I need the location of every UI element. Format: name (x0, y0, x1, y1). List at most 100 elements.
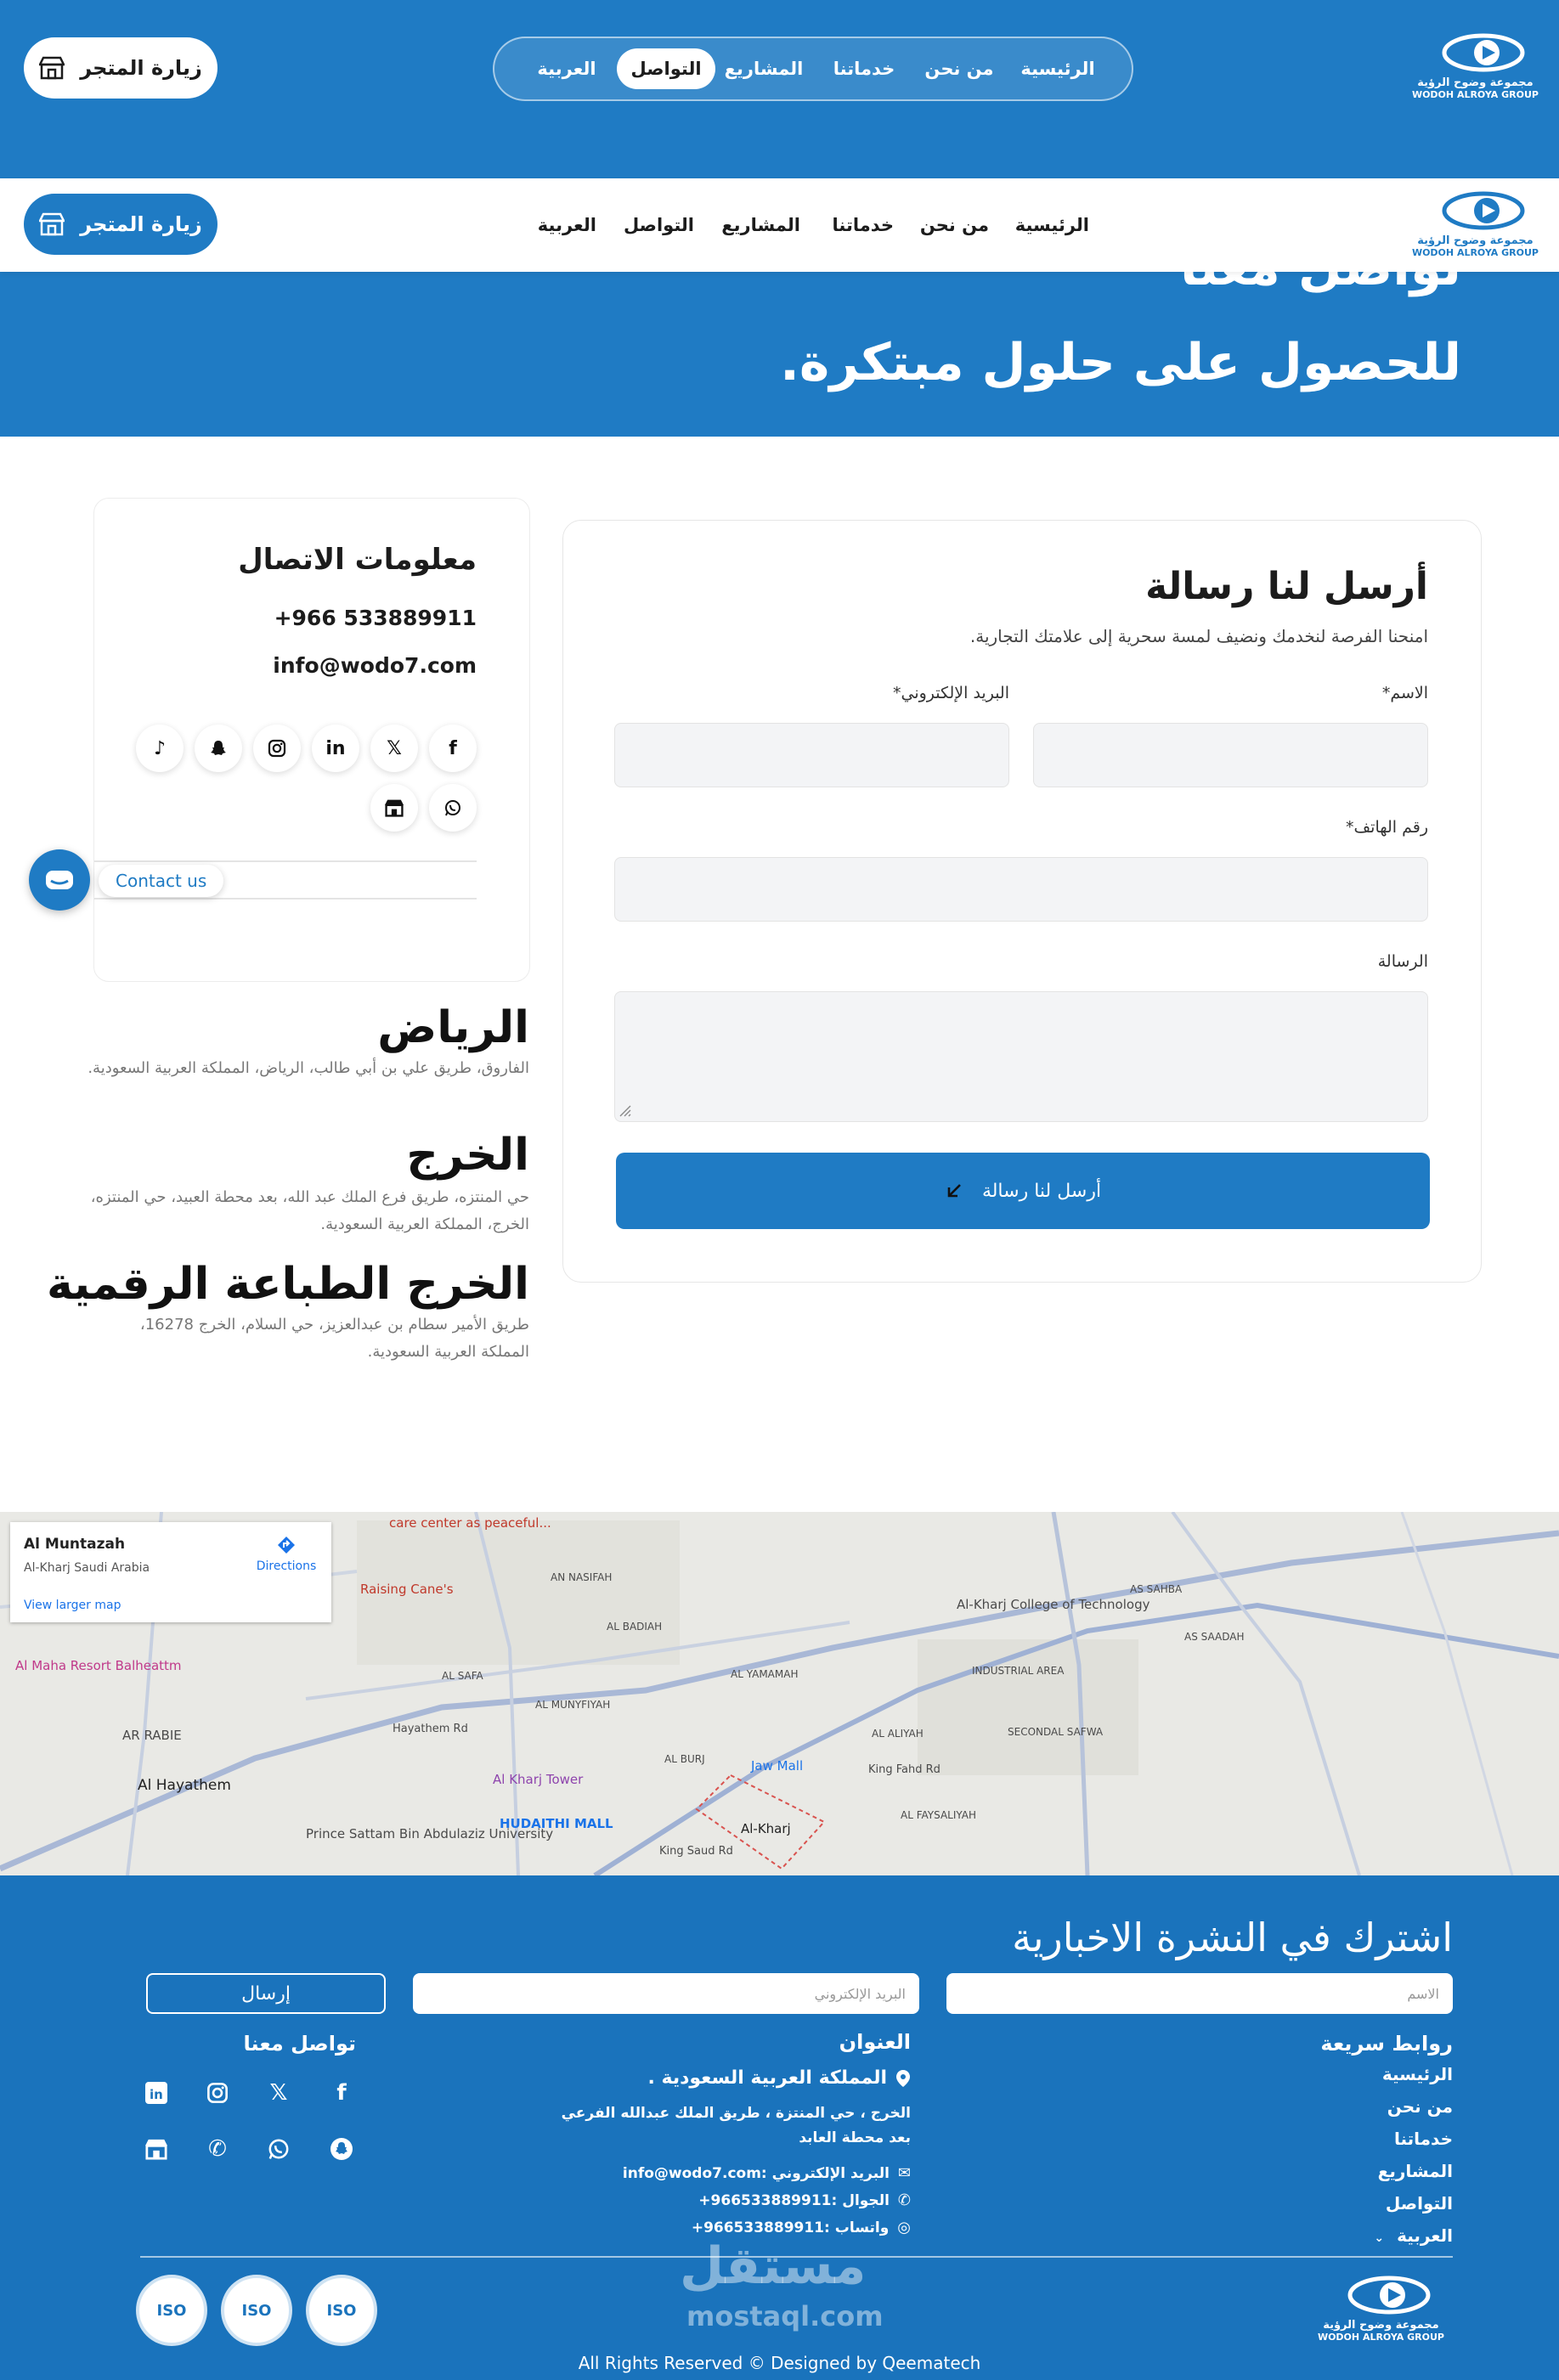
tiktok-icon[interactable]: ♪ (136, 725, 184, 772)
directions-label: Directions (256, 1559, 317, 1573)
email-icon: ✉ (897, 2164, 911, 2182)
location-map[interactable]: Al Muntazah Al-Kharj Saudi Arabia View l… (0, 1512, 1559, 1875)
store-icon[interactable] (370, 784, 418, 832)
linkedin-icon[interactable]: in (312, 725, 359, 772)
floating-contact-button[interactable] (29, 849, 90, 911)
nav-contact[interactable]: التواصل (617, 48, 715, 89)
map-info-card: Al Muntazah Al-Kharj Saudi Arabia View l… (10, 1522, 331, 1622)
sticky-nav-language[interactable]: العربية (538, 178, 596, 272)
contact-phone[interactable]: +966 533889911 (274, 606, 477, 630)
message-field[interactable] (614, 991, 1428, 1122)
send-message-label: أرسل لنا رسالة (981, 1180, 1102, 1202)
logo-arabic: مجموعة وضوح الرؤية (1323, 2319, 1439, 2332)
footer-whatsapp-row[interactable]: ◎ واتساب :966533889911+ (692, 2219, 911, 2236)
whatsapp-icon: ◎ (897, 2219, 911, 2236)
x-icon[interactable]: 𝕏 (370, 725, 418, 772)
nav-about[interactable]: من نحن (912, 38, 1006, 99)
map-label: AS SAADAH (1184, 1631, 1245, 1643)
hero-subtitle: للحصول على حلول مبتكرة. (780, 333, 1461, 392)
floating-contact-label[interactable]: Contact us (99, 865, 224, 897)
newsletter-send-button[interactable]: إرسال (146, 1973, 386, 2014)
footer: اشترك في النشرة الاخبارية الاسم البريد ا… (0, 1875, 1559, 2380)
address-title: العنوان (839, 2030, 911, 2054)
sticky-nav-about[interactable]: من نحن (920, 178, 989, 272)
phone-field[interactable] (614, 857, 1428, 922)
chevron-down-icon: ⌄ (1374, 2231, 1385, 2245)
whatsapp-icon[interactable] (262, 2132, 296, 2166)
top-band: مجموعة وضوح الرؤية WODOH ALROYA GROUP ال… (0, 0, 1559, 178)
footer-email: البريد الإلكتروني :info@wodo7.com (622, 2164, 890, 2182)
contact-email[interactable]: info@wodo7.com (273, 653, 477, 678)
x-icon[interactable]: 𝕏 (262, 2076, 296, 2110)
phone-label: رقم الهاتف* (1345, 818, 1428, 837)
footer-link-projects[interactable]: المشاريع (1378, 2161, 1453, 2181)
address-country: المملكة العربية السعودية . (647, 2067, 887, 2089)
logo-english: WODOH ALROYA GROUP (1411, 89, 1539, 100)
footer-logo[interactable]: مجموعة وضوح الرؤية WODOH ALROYA GROUP (1318, 2275, 1444, 2343)
whatsapp-icon[interactable] (429, 784, 477, 832)
address-country-row: المملكة العربية السعودية . (647, 2067, 911, 2089)
snapchat-icon[interactable] (325, 2132, 359, 2166)
footer-link-language[interactable]: العربية ⌄ (1374, 2225, 1453, 2246)
contact-form-card: أرسل لنا رسالة امنحنا الفرصة لنخدمك ونضي… (562, 520, 1482, 1283)
logo-english: WODOH ALROYA GROUP (1317, 2332, 1444, 2343)
email-field[interactable] (614, 723, 1009, 787)
footer-link-services[interactable]: خدماتنا (1394, 2129, 1453, 2149)
visit-store-button-sticky[interactable]: زيارة المتجر (24, 194, 217, 255)
location-pin-icon (896, 2069, 910, 2087)
logo[interactable]: مجموعة وضوح الرؤية WODOH ALROYA GROUP (1412, 32, 1539, 100)
footer-link-home[interactable]: الرئيسية (1382, 2064, 1453, 2084)
newsletter-name-input[interactable]: الاسم (946, 1973, 1453, 2014)
store-button-label: زيارة المتجر (80, 56, 202, 80)
directions-button[interactable]: Directions (252, 1534, 320, 1573)
branch-riyadh-title: الرياض (377, 1002, 529, 1053)
directions-icon (278, 1537, 295, 1554)
svg-text:in: in (150, 2087, 163, 2102)
map-label: HUDAITHI MALL (500, 1816, 613, 1831)
phone-icon: ✆ (897, 2191, 911, 2209)
store-icon[interactable] (139, 2132, 173, 2166)
phone-icon[interactable]: ✆ (201, 2132, 234, 2166)
footer-email-row[interactable]: ✉ البريد الإلكتروني :info@wodo7.com (623, 2164, 911, 2182)
name-field[interactable] (1033, 723, 1428, 787)
sticky-nav-projects[interactable]: المشاريع (721, 178, 800, 272)
map-label: AL FAYSALIYAH (901, 1809, 977, 1821)
newsletter-email-input[interactable]: البريد الإلكتروني (413, 1973, 919, 2014)
footer-link-about[interactable]: من نحن (1387, 2096, 1453, 2117)
nav-language[interactable]: العربية (520, 38, 613, 99)
resize-handle-icon[interactable] (619, 1104, 632, 1118)
facebook-icon[interactable]: f (325, 2076, 359, 2110)
hero-banner: تواصل معنا للحصول على حلول مبتكرة. (0, 272, 1559, 437)
sticky-nav-contact[interactable]: التواصل (624, 178, 694, 272)
logo-sticky[interactable]: مجموعة وضوح الرؤية WODOH ALROYA GROUP (1412, 190, 1539, 258)
form-title: أرسل لنا رسالة (1145, 565, 1428, 608)
nav-home[interactable]: الرئيسية (1011, 38, 1104, 99)
nav-services[interactable]: خدماتنا (817, 38, 911, 99)
snapchat-icon[interactable] (195, 725, 242, 772)
linkedin-icon[interactable]: in (139, 2076, 173, 2110)
instagram-icon[interactable] (201, 2076, 234, 2110)
footer-whatsapp: واتساب :966533889911+ (691, 2219, 890, 2236)
iso-badge: ISO (306, 2275, 377, 2346)
sticky-nav-home[interactable]: الرئيسية (1015, 178, 1089, 272)
footer-mobile-row[interactable]: ✆ الجوال :966533889911+ (698, 2191, 911, 2209)
sticky-nav-services[interactable]: خدماتنا (833, 178, 895, 272)
footer-link-contact[interactable]: التواصل (1386, 2193, 1453, 2214)
nav-projects[interactable]: المشاريع (717, 38, 811, 99)
logo-arabic: مجموعة وضوح الرؤية (1417, 234, 1534, 247)
form-subtitle: امنحنا الفرصة لنخدمك ونضيف لمسة سحرية إل… (969, 626, 1428, 646)
view-larger-map-link[interactable]: View larger map (24, 1599, 121, 1612)
store-button-label: زيارة المتجر (80, 212, 202, 236)
quick-links-title: روابط سريعة (1320, 2032, 1453, 2056)
map-label: care center as peaceful... (389, 1515, 551, 1531)
map-label: AN NASIFAH (551, 1571, 613, 1583)
store-icon (39, 212, 65, 236)
instagram-icon[interactable] (253, 725, 301, 772)
visit-store-button[interactable]: زيارة المتجر (24, 37, 217, 99)
send-message-button[interactable]: أرسل لنا رسالة (616, 1153, 1430, 1229)
message-label: الرسالة (1377, 952, 1428, 971)
map-label: Hayathem Rd (393, 1723, 468, 1735)
facebook-icon[interactable]: f (429, 725, 477, 772)
map-label: Al-Kharj (741, 1821, 791, 1836)
logo-arabic: مجموعة وضوح الرؤية (1417, 76, 1534, 89)
